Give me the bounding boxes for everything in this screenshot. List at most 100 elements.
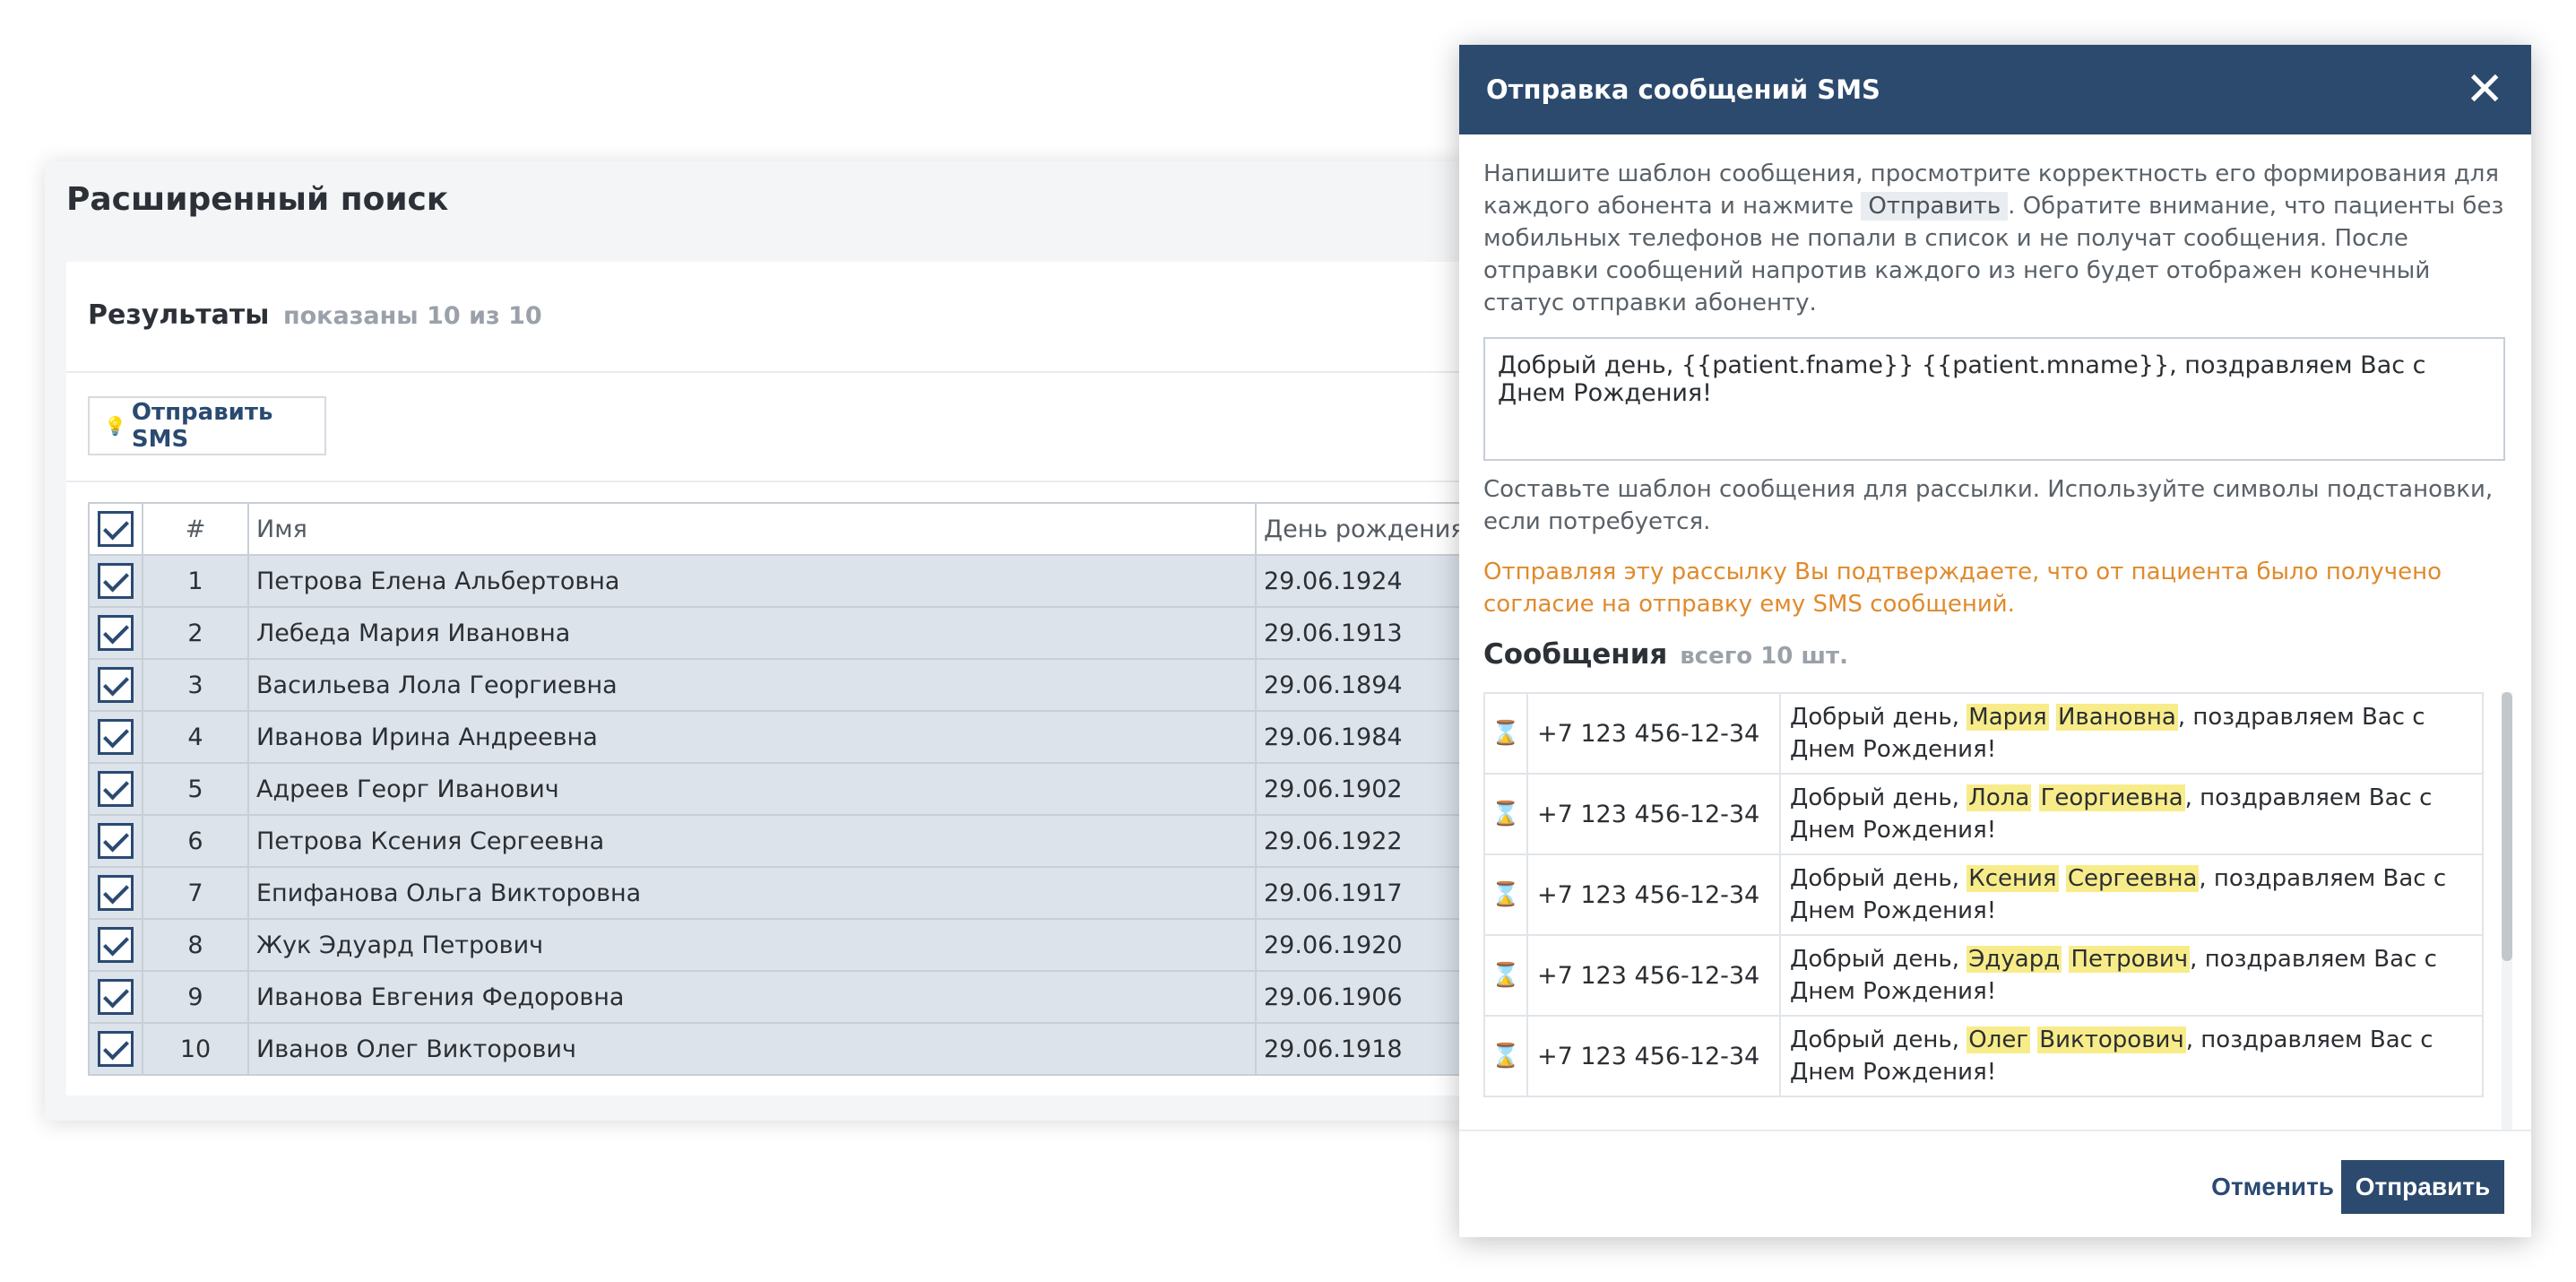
highlight-first-name: Ксения xyxy=(1967,865,2059,892)
cancel-button[interactable]: Отменить xyxy=(2211,1160,2334,1214)
send-sms-button[interactable]: 💡 Отправить SMS xyxy=(88,396,326,455)
message-text: Добрый день, Олег Викторович, поздравляе… xyxy=(1779,1015,2484,1097)
table-row[interactable]: 2 Лебеда Мария Ивановна 29.06.1913 xyxy=(88,606,1569,660)
row-checkbox-cell xyxy=(88,814,143,868)
message-row: ⌛ +7 123 456-12-34 Добрый день, Олег Викто… xyxy=(1483,1015,2484,1097)
col-name[interactable]: Имя xyxy=(247,502,1257,556)
highlight-first-name: Олег xyxy=(1967,1026,2031,1053)
consent-warning: Отправляя эту рассылку Вы подтверждаете,… xyxy=(1483,559,2442,618)
row-checkbox[interactable] xyxy=(98,563,134,599)
table-row[interactable]: 7 Епифанова Ольга Викторовна 29.06.1917 xyxy=(88,866,1569,920)
dialog-header: Отправка сообщений SMS ✕ xyxy=(1459,45,2531,134)
highlight-first-name: Мария xyxy=(1967,704,2049,731)
row-name: Иванова Евгения Федоровна xyxy=(247,970,1257,1024)
results-title: Результаты xyxy=(88,299,270,331)
select-all-cell xyxy=(88,502,143,556)
message-text: Добрый день, Ксения Сергеевна, поздравля… xyxy=(1779,853,2484,936)
row-number: 9 xyxy=(142,970,249,1024)
hourglass-icon: ⌛ xyxy=(1483,853,1528,936)
col-number[interactable]: # xyxy=(142,502,249,556)
close-icon[interactable]: ✕ xyxy=(2465,66,2504,113)
row-checkbox-cell xyxy=(88,1022,143,1076)
table-row[interactable]: 5 Адреев Георг Иванович 29.06.1902 xyxy=(88,762,1569,816)
dialog-body: Напишите шаблон сообщения, просмотрите к… xyxy=(1483,158,2505,671)
select-all-checkbox[interactable] xyxy=(98,511,134,547)
row-checkbox-cell xyxy=(88,970,143,1024)
row-checkbox[interactable] xyxy=(98,771,134,807)
results-header: Результаты показаны 10 из 10 xyxy=(66,262,1569,373)
row-number: 4 xyxy=(142,710,249,764)
table-row[interactable]: 4 Иванова Ирина Андреевна 29.06.1984 xyxy=(88,710,1569,764)
messages-table: ⌛ +7 123 456-12-34 Добрый день, Мария Иван… xyxy=(1483,692,2484,1097)
row-name: Иванов Олег Викторович xyxy=(247,1022,1257,1076)
table-row[interactable]: 8 Жук Эдуард Петрович 29.06.1920 xyxy=(88,918,1569,972)
messages-title: Сообщения xyxy=(1483,638,1668,671)
row-checkbox[interactable] xyxy=(98,667,134,703)
row-name: Васильева Лола Георгиевна xyxy=(247,658,1257,712)
sms-dialog: Отправка сообщений SMS ✕ Напишите шаблон… xyxy=(1459,45,2531,1237)
table-row[interactable]: 6 Петрова Ксения Сергеевна 29.06.1922 xyxy=(88,814,1569,868)
highlight-middle-name: Георгиевна xyxy=(2038,784,2185,811)
row-checkbox-cell xyxy=(88,554,143,608)
table-header-row: # Имя День рождения xyxy=(88,502,1569,556)
table-row[interactable]: 10 Иванов Олег Викторович 29.06.1918 xyxy=(88,1022,1569,1076)
row-checkbox[interactable] xyxy=(98,875,134,911)
row-checkbox-cell xyxy=(88,658,143,712)
row-checkbox[interactable] xyxy=(98,979,134,1015)
message-prefix: Добрый день, xyxy=(1790,704,1967,731)
highlight-first-name: Эдуард xyxy=(1967,946,2062,973)
hourglass-icon: ⌛ xyxy=(1483,1015,1528,1097)
row-name: Жук Эдуард Петрович xyxy=(247,918,1257,972)
messages-count: всего 10 шт. xyxy=(1680,643,1848,670)
row-checkbox[interactable] xyxy=(98,615,134,651)
row-checkbox-cell xyxy=(88,606,143,660)
row-checkbox[interactable] xyxy=(98,719,134,755)
message-phone: +7 123 456-12-34 xyxy=(1526,934,1781,1017)
send-sms-label: Отправить SMS xyxy=(131,399,273,453)
message-text: Добрый день, Эдуард Петрович, поздравляе… xyxy=(1779,934,2484,1017)
row-checkbox-cell xyxy=(88,762,143,816)
row-number: 8 xyxy=(142,918,249,972)
table-row[interactable]: 9 Иванова Евгения Федоровна 29.06.1906 xyxy=(88,970,1569,1024)
message-text: Добрый день, Мария Ивановна, поздравляем… xyxy=(1779,692,2484,775)
row-checkbox[interactable] xyxy=(98,1031,134,1067)
messages-header: Сообщения всего 10 шт. xyxy=(1483,638,2505,671)
message-template-input[interactable] xyxy=(1483,337,2505,461)
highlight-first-name: Лола xyxy=(1967,784,2032,811)
row-name: Епифанова Ольга Викторовна xyxy=(247,866,1257,920)
results-card: Результаты показаны 10 из 10 💡 Отправить… xyxy=(66,262,1569,1096)
row-checkbox-cell xyxy=(88,710,143,764)
row-name: Петрова Елена Альбертовна xyxy=(247,554,1257,608)
message-row: ⌛ +7 123 456-12-34 Добрый день, Мария Иван… xyxy=(1483,692,2484,775)
row-name: Иванова Ирина Андреевна xyxy=(247,710,1257,764)
hourglass-icon: ⌛ xyxy=(1483,692,1528,775)
row-name: Лебеда Мария Ивановна xyxy=(247,606,1257,660)
scrollbar-thumb[interactable] xyxy=(2502,692,2512,961)
messages-list-scroll[interactable]: ⌛ +7 123 456-12-34 Добрый день, Мария Иван… xyxy=(1483,692,2512,1146)
message-phone: +7 123 456-12-34 xyxy=(1526,692,1781,775)
row-number: 3 xyxy=(142,658,249,712)
dialog-footer: Отменить Отправить xyxy=(1459,1130,2531,1237)
row-name: Петрова Ксения Сергеевна xyxy=(247,814,1257,868)
table-row[interactable]: 3 Васильева Лола Георгиевна 29.06.1894 xyxy=(88,658,1569,712)
template-hint: Составьте шаблон сообщения для рассылки.… xyxy=(1483,476,2494,535)
row-checkbox-cell xyxy=(88,918,143,972)
bulb-icon: 💡 xyxy=(104,415,126,437)
instructions-text: Напишите шаблон сообщения, просмотрите к… xyxy=(1483,158,2505,319)
message-row: ⌛ +7 123 456-12-34 Добрый день, Лола Георг… xyxy=(1483,773,2484,855)
row-number: 6 xyxy=(142,814,249,868)
message-row: ⌛ +7 123 456-12-34 Добрый день, Эдуард Пет… xyxy=(1483,934,2484,1017)
row-checkbox[interactable] xyxy=(98,927,134,963)
message-phone: +7 123 456-12-34 xyxy=(1526,853,1781,936)
row-number: 7 xyxy=(142,866,249,920)
results-table: # Имя День рождения 1 Петрова Елена Альбе… xyxy=(88,502,1569,1076)
send-button[interactable]: Отправить xyxy=(2341,1160,2504,1214)
row-number: 2 xyxy=(142,606,249,660)
message-phone: +7 123 456-12-34 xyxy=(1526,773,1781,855)
hourglass-icon: ⌛ xyxy=(1483,934,1528,1017)
table-row[interactable]: 1 Петрова Елена Альбертовна 29.06.1924 xyxy=(88,554,1569,608)
divider xyxy=(66,481,1569,482)
row-number: 10 xyxy=(142,1022,249,1076)
row-checkbox[interactable] xyxy=(98,823,134,859)
row-name: Адреев Георг Иванович xyxy=(247,762,1257,816)
